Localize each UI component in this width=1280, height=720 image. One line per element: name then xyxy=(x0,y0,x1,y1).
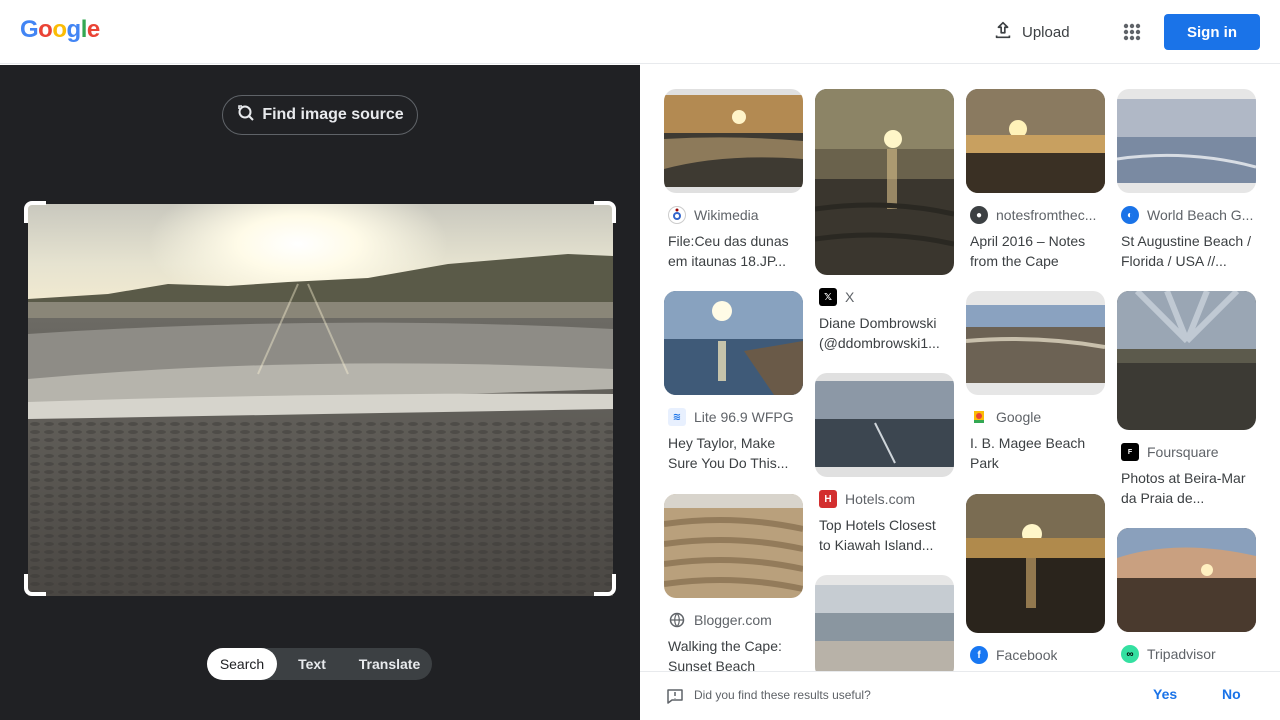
result-source: Blogger.com xyxy=(668,610,803,630)
result-title: Hey Taylor, Make Sure You Do This... xyxy=(668,435,789,471)
result-title: Diane Dombrowski (@ddombrowski1... xyxy=(819,315,940,351)
find-image-source-button[interactable]: Find image source xyxy=(222,95,418,135)
lens-search-icon xyxy=(236,103,256,128)
hotels-icon: H xyxy=(819,490,837,508)
tab-translate[interactable]: Translate xyxy=(347,648,432,680)
result-thumbnail xyxy=(966,291,1105,395)
apps-grid-icon[interactable] xyxy=(1118,18,1146,46)
logo-letter: e xyxy=(86,16,100,43)
result-card[interactable]: Google I. B. Magee Beach Park xyxy=(966,291,1105,473)
tripadvisor-icon: ∞ xyxy=(1121,645,1139,663)
result-source: F Foursquare xyxy=(1121,442,1256,462)
result-source: Google xyxy=(970,407,1105,427)
result-title: April 2016 – Notes from the Cape xyxy=(970,233,1086,269)
logo-letter: o xyxy=(38,16,53,43)
radio-icon: ≋ xyxy=(668,408,686,426)
result-source: H Hotels.com xyxy=(819,489,954,509)
tab-text[interactable]: Text xyxy=(277,648,347,680)
result-source: 𝕏 X xyxy=(819,287,954,307)
result-source: ∞ Tripadvisor xyxy=(1121,644,1256,664)
feedback-icon xyxy=(666,688,684,704)
facebook-icon: f xyxy=(970,646,988,664)
logo-letter: o xyxy=(52,16,67,43)
result-source: ≋ Lite 96.9 WFPG xyxy=(668,407,803,427)
result-thumbnail xyxy=(815,373,954,477)
result-title: St Augustine Beach / Florida / USA //... xyxy=(1121,233,1251,269)
query-photo[interactable] xyxy=(28,204,613,596)
feedback-bar: Did you find these results useful? Yes N… xyxy=(640,671,1280,720)
result-card[interactable]: F Foursquare Photos at Beira-Mar da Prai… xyxy=(1117,291,1256,508)
result-source: f Facebook xyxy=(970,645,1105,665)
crop-handle-bottom-left[interactable] xyxy=(24,574,46,596)
result-card[interactable]: Blogger.com Walking the Cape: Sunset Bea… xyxy=(664,494,803,676)
result-source: Wikimedia xyxy=(668,205,803,225)
result-thumbnail xyxy=(1117,89,1256,193)
wikimedia-icon xyxy=(668,206,686,224)
globe-icon xyxy=(668,611,686,629)
worldbeach-icon: ◐ xyxy=(1121,206,1139,224)
result-thumbnail xyxy=(815,575,954,679)
notes-icon: ● xyxy=(970,206,988,224)
result-title: File:Ceu das dunas em itaunas 18.JP... xyxy=(668,233,789,269)
result-thumbnail xyxy=(664,89,803,193)
upload-label: Upload xyxy=(1022,23,1070,41)
query-image-panel: Find image source Search Text Translate xyxy=(0,65,640,720)
result-title: Photos at Beira-Mar da Praia de... xyxy=(1121,470,1246,506)
result-thumbnail xyxy=(1117,291,1256,430)
result-card[interactable]: f Facebook xyxy=(966,494,1105,665)
find-image-source-label: Find image source xyxy=(262,106,404,123)
result-thumbnail xyxy=(815,89,954,275)
result-card[interactable]: ≋ Lite 96.9 WFPG Hey Taylor, Make Sure Y… xyxy=(664,291,803,473)
crop-handle-top-left[interactable] xyxy=(24,201,46,223)
feedback-question: Did you find these results useful? xyxy=(694,688,871,702)
result-thumbnail xyxy=(1117,528,1256,632)
logo-letter: g xyxy=(66,16,82,43)
x-icon: 𝕏 xyxy=(819,288,837,306)
upload-button[interactable]: Upload xyxy=(992,18,1070,46)
result-card[interactable] xyxy=(815,575,954,679)
google-icon xyxy=(970,408,988,426)
result-card[interactable]: ● notesfromthec... April 2016 – Notes fr… xyxy=(966,89,1105,271)
result-thumbnail xyxy=(664,494,803,598)
crop-handle-bottom-right[interactable] xyxy=(594,574,616,596)
sign-in-button[interactable]: Sign in xyxy=(1164,14,1260,50)
result-thumbnail xyxy=(664,291,803,395)
search-mode-tabs: Search Text Translate xyxy=(207,648,432,680)
result-source: ◐ World Beach G... xyxy=(1121,205,1256,225)
result-card[interactable]: ∞ Tripadvisor xyxy=(1117,528,1256,664)
logo-letter: G xyxy=(20,16,39,43)
result-thumbnail xyxy=(966,89,1105,193)
top-bar: Google Upload Sign in xyxy=(0,0,1280,64)
result-thumbnail xyxy=(966,494,1105,633)
feedback-yes-button[interactable]: Yes xyxy=(1153,686,1177,702)
result-title: Top Hotels Closest to Kiawah Island... xyxy=(819,517,936,553)
result-title: Walking the Cape: Sunset Beach xyxy=(668,638,782,674)
visual-matches-panel: Wikimedia File:Ceu das dunas em itaunas … xyxy=(640,65,1280,720)
result-card[interactable]: H Hotels.com Top Hotels Closest to Kiawa… xyxy=(815,373,954,555)
feedback-no-button[interactable]: No xyxy=(1222,686,1241,702)
result-card[interactable]: 𝕏 X Diane Dombrowski (@ddombrowski1... xyxy=(815,89,954,353)
result-source: ● notesfromthec... xyxy=(970,205,1105,225)
result-card[interactable]: Wikimedia File:Ceu das dunas em itaunas … xyxy=(664,89,803,271)
google-logo[interactable]: Google xyxy=(20,16,100,44)
result-title: I. B. Magee Beach Park xyxy=(970,435,1086,471)
upload-icon xyxy=(992,19,1014,45)
foursquare-icon: F xyxy=(1121,443,1139,461)
tab-search[interactable]: Search xyxy=(207,648,277,680)
result-card[interactable]: ◐ World Beach G... St Augustine Beach / … xyxy=(1117,89,1256,271)
crop-handle-top-right[interactable] xyxy=(594,201,616,223)
